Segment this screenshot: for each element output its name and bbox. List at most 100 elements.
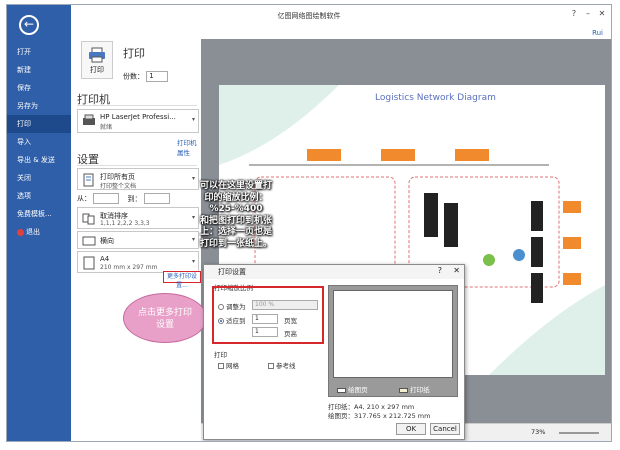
callout-line: 可以在这里设置打 bbox=[199, 181, 272, 191]
fit-radio[interactable] bbox=[218, 318, 224, 324]
drawing-info: 绘图页：317.765 x 212.725 mm bbox=[328, 412, 431, 420]
fit-option[interactable]: 适应到 bbox=[218, 315, 246, 325]
orientation-label: 横向 bbox=[100, 237, 114, 245]
legend-print: 打印纸 bbox=[399, 384, 430, 394]
copies-spinner[interactable]: 1 bbox=[146, 71, 169, 82]
zoom-level: 73% bbox=[531, 428, 546, 436]
print-panel: 打印 打印 份数： 1 打印机 HP LaserJet Professi... … bbox=[71, 27, 201, 441]
print-range-select[interactable]: 打印所有页 打印整个文档 ▾ bbox=[77, 168, 199, 190]
divider bbox=[77, 105, 197, 106]
user-name[interactable]: Rui bbox=[592, 29, 603, 37]
chevron-down-icon: ▾ bbox=[191, 258, 195, 265]
callout-line: 上：选择一页也是 bbox=[199, 227, 272, 237]
to-spinner[interactable] bbox=[143, 193, 170, 204]
legend-swatch bbox=[399, 387, 408, 393]
app-window: 亿图网络图绘制软件 ? – ✕ Rui ← 打开 新建 保存 另存为 打印 导入… bbox=[6, 4, 612, 442]
adjust-label: 调整为 bbox=[226, 303, 246, 311]
fit-width-unit: 页宽 bbox=[284, 317, 297, 325]
paper-size-title: A4 bbox=[100, 255, 110, 263]
more-print-settings-link[interactable]: 更多打印设置... bbox=[163, 271, 201, 289]
from-label: 从： bbox=[77, 194, 91, 203]
callout-text: 可以在这里设置打 印的缩放比例： %25-%400 和把图打印到机张 上：选择一… bbox=[191, 181, 281, 250]
guides-checkbox[interactable] bbox=[268, 363, 274, 369]
diagram-node bbox=[307, 149, 341, 161]
printer-icon bbox=[83, 114, 95, 125]
callout-line: 打印到一张纸上。 bbox=[199, 238, 272, 249]
bubble-line: 设置 bbox=[155, 320, 174, 330]
help-icon[interactable]: ? bbox=[438, 266, 442, 275]
landscape-icon bbox=[82, 236, 96, 246]
window-title: 亿图网络图绘制软件 bbox=[277, 12, 341, 20]
legend-swatch bbox=[337, 387, 346, 393]
sidebar-item-save[interactable]: 保存 bbox=[7, 79, 71, 97]
sidebar-item-print[interactable]: 打印 bbox=[7, 115, 71, 133]
bubble-text: 点击更多打印 设置 bbox=[124, 307, 206, 331]
diagram-node bbox=[455, 149, 489, 161]
back-arrow-icon[interactable]: ← bbox=[19, 15, 39, 35]
paper-size-sub: 210 mm x 297 mm bbox=[100, 264, 158, 271]
adjust-radio[interactable] bbox=[218, 304, 224, 310]
legend-print-label: 打印纸 bbox=[410, 386, 430, 394]
dialog-title: 打印设置 bbox=[204, 265, 464, 279]
sidebar-item-open[interactable]: 打开 bbox=[7, 43, 71, 61]
cancel-button[interactable]: Cancel bbox=[430, 423, 460, 435]
adjust-option[interactable]: 调整为 bbox=[218, 301, 246, 311]
close-icon[interactable]: ✕ bbox=[453, 266, 460, 275]
printer-properties-link[interactable]: 打印机属性 bbox=[177, 137, 199, 157]
print-settings-dialog: 打印设置 ? ✕ 打印缩放比例 调整为 100 % 适应到 1 页宽 1 页高 … bbox=[203, 264, 465, 440]
print-range-sub: 打印整个文档 bbox=[100, 183, 137, 190]
sidebar-item-exit-label: 退出 bbox=[26, 228, 40, 236]
grid-checkbox[interactable] bbox=[218, 363, 224, 369]
sidebar-item-templates[interactable]: 免费模板... bbox=[7, 205, 71, 223]
divider bbox=[77, 165, 197, 166]
annotation-callout: 可以在这里设置打 印的缩放比例： %25-%400 和把图打印到机张 上：选择一… bbox=[191, 181, 281, 255]
page-range-row: 从： 到： bbox=[77, 193, 170, 204]
paper-size-select[interactable]: A4 210 mm x 297 mm ▾ bbox=[77, 251, 199, 273]
zoom-slider[interactable] bbox=[559, 432, 599, 434]
print-button[interactable]: 打印 bbox=[81, 41, 113, 79]
diagram-node bbox=[563, 237, 581, 249]
sidebar-item-options[interactable]: 选项 bbox=[7, 187, 71, 205]
orientation-select[interactable]: 横向 ▾ bbox=[77, 231, 199, 249]
fit-width-input[interactable]: 1 bbox=[252, 314, 278, 324]
printer-name: HP LaserJet Professi... bbox=[100, 113, 176, 121]
title-bar: 亿图网络图绘制软件 ? – ✕ bbox=[7, 5, 611, 27]
callout-line: %25-%400 bbox=[209, 204, 263, 214]
print-group-label: 打印 bbox=[214, 351, 227, 359]
sidebar-item-exit[interactable]: 退出 bbox=[7, 223, 71, 241]
paper-icon bbox=[83, 256, 95, 270]
copies-row: 份数： 1 bbox=[123, 71, 169, 82]
grid-option[interactable]: 网格 bbox=[218, 360, 239, 370]
guides-option[interactable]: 参考线 bbox=[268, 360, 296, 370]
legend-paper: 绘图页 bbox=[337, 384, 368, 394]
collate-select[interactable]: 取消排序 1,1,1 2,2,2 3,3,3 ▾ bbox=[77, 207, 199, 229]
chevron-down-icon: ▾ bbox=[191, 116, 195, 123]
pages-icon bbox=[83, 173, 94, 187]
minimize-icon[interactable]: – bbox=[581, 8, 595, 20]
sidebar-item-close[interactable]: 关闭 bbox=[7, 169, 71, 187]
to-label: 到： bbox=[127, 194, 142, 203]
close-icon[interactable]: ✕ bbox=[595, 8, 609, 20]
diagram-node bbox=[381, 149, 415, 161]
sidebar: ← 打开 新建 保存 另存为 打印 导入 导出 & 发送 关闭 选项 免费模板.… bbox=[7, 5, 71, 441]
adjust-percent-input[interactable]: 100 % bbox=[252, 300, 318, 310]
diagram-node bbox=[563, 273, 581, 285]
printer-select[interactable]: HP LaserJet Professi... 就绪 ▾ bbox=[77, 109, 199, 133]
fit-height-input[interactable]: 1 bbox=[252, 327, 278, 337]
sidebar-item-new[interactable]: 新建 bbox=[7, 61, 71, 79]
printer-icon bbox=[89, 47, 105, 63]
callout-line: 印的缩放比例： bbox=[204, 192, 268, 203]
ok-button[interactable]: OK bbox=[396, 423, 426, 435]
grid-label: 网格 bbox=[226, 362, 239, 370]
sidebar-item-save-as[interactable]: 另存为 bbox=[7, 97, 71, 115]
help-icon[interactable]: ? bbox=[567, 8, 581, 20]
annotation-bubble: 点击更多打印 设置 bbox=[123, 293, 207, 343]
sidebar-item-import[interactable]: 导入 bbox=[7, 133, 71, 151]
from-spinner[interactable] bbox=[93, 193, 120, 204]
print-button-label: 打印 bbox=[90, 66, 104, 74]
sidebar-item-export[interactable]: 导出 & 发送 bbox=[7, 151, 71, 169]
copies-label: 份数： bbox=[123, 72, 144, 81]
guides-label: 参考线 bbox=[276, 362, 296, 370]
printer-status: 就绪 bbox=[100, 124, 113, 131]
collate-sub: 1,1,1 2,2,2 3,3,3 bbox=[100, 220, 150, 227]
